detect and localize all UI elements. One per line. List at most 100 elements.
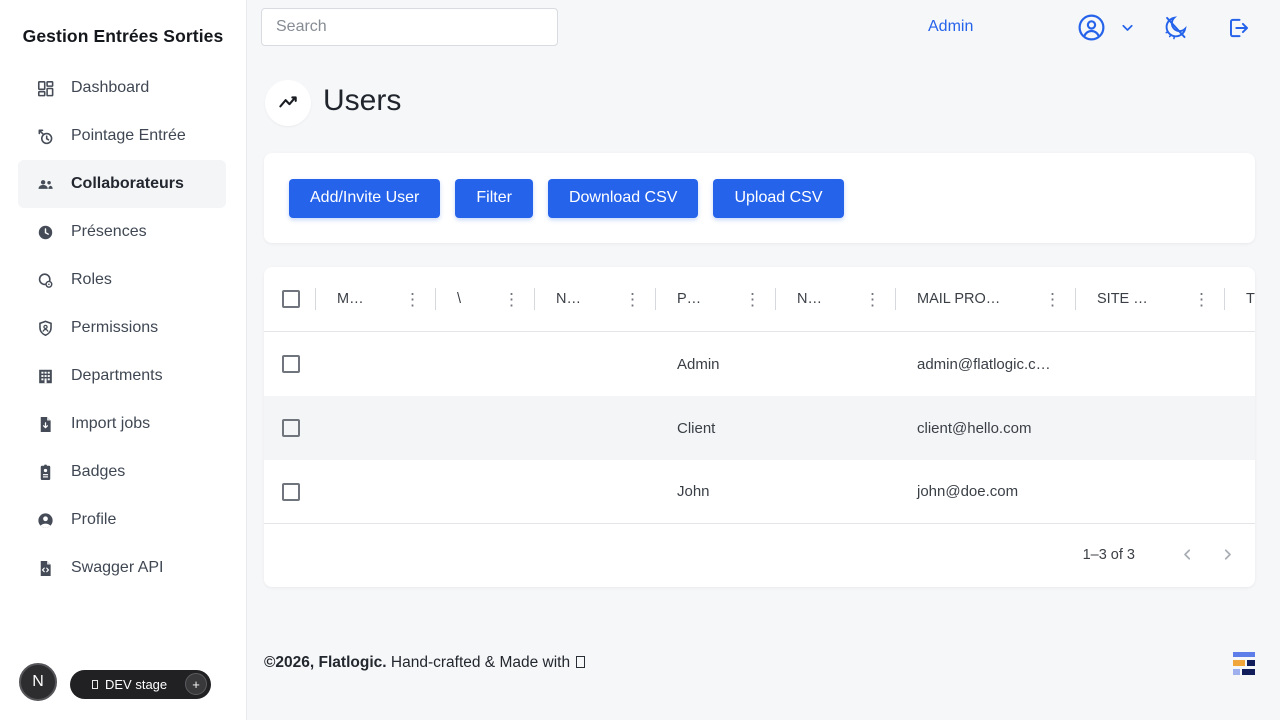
chevron-down-icon	[1119, 19, 1136, 36]
sidebar-item-dashboard[interactable]: Dashboard	[18, 64, 226, 112]
group-icon	[36, 175, 55, 194]
sidebar-item-departments[interactable]: Departments	[18, 352, 226, 400]
column-menu-icon[interactable]: ⋮	[618, 291, 641, 308]
filter-button[interactable]: Filter	[455, 179, 533, 218]
dashboard-icon	[36, 79, 55, 98]
sidebar-item-import-jobs[interactable]: Import jobs	[18, 400, 226, 448]
sidebar-item-collaborateurs[interactable]: Collaborateurs	[18, 160, 226, 208]
column-header-label: SITE …	[1097, 291, 1148, 307]
sidebar-item-label: Pointage Entrée	[71, 127, 186, 145]
account-circle-icon	[1076, 12, 1107, 43]
pagination-range: 1–3 of 3	[1083, 547, 1135, 563]
sidebar-item-badges[interactable]: Badges	[18, 448, 226, 496]
account-menu-button[interactable]	[1076, 12, 1107, 43]
roles-icon	[36, 271, 55, 290]
row-checkbox[interactable]	[282, 419, 300, 437]
sidebar-item-label: Présences	[71, 223, 147, 241]
trending-line-icon	[277, 92, 300, 115]
api-file-icon	[36, 559, 55, 578]
sidebar-item-permissions[interactable]: Permissions	[18, 304, 226, 352]
dev-stage-label: DEV stage	[105, 677, 167, 692]
dev-stage-pill[interactable]: DEV stage +	[70, 670, 211, 699]
add-invite-user-button[interactable]: Add/Invite User	[289, 179, 440, 218]
prev-page-button[interactable]	[1173, 541, 1201, 569]
logout-icon	[1226, 15, 1252, 41]
clock-icon	[36, 223, 55, 242]
import-file-icon	[36, 415, 55, 434]
dev-avatar[interactable]: N	[19, 663, 57, 701]
sidebar-nav: Dashboard Pointage Entrée Collaborateurs…	[0, 64, 246, 592]
users-table: M…⋮ \⋮ N…⋮ P…⋮ N…⋮ MAIL PRO…⋮ SITE …⋮ T⋮…	[264, 267, 1255, 587]
theme-toggle-button[interactable]	[1162, 14, 1189, 41]
column-menu-icon[interactable]: ⋮	[858, 291, 881, 308]
building-icon	[36, 367, 55, 386]
logout-button[interactable]	[1226, 15, 1252, 41]
sidebar-item-profile[interactable]: Profile	[18, 496, 226, 544]
sidebar-item-roles[interactable]: Roles	[18, 256, 226, 304]
sidebar-item-label: Profile	[71, 511, 116, 529]
row-checkbox[interactable]	[282, 355, 300, 373]
sidebar-item-pointage-entree[interactable]: Pointage Entrée	[18, 112, 226, 160]
cell-name: Client	[655, 396, 775, 460]
sidebar-item-label: Import jobs	[71, 415, 150, 433]
missing-glyph-box	[576, 656, 585, 668]
column-header-label: \	[457, 291, 461, 307]
table-row[interactable]: Client client@hello.com	[264, 396, 1255, 460]
column-header-label: T	[1246, 291, 1255, 307]
next-page-button[interactable]	[1213, 541, 1241, 569]
table-row[interactable]: Admin admin@flatlogic.c…	[264, 332, 1255, 396]
sidebar-item-label: Roles	[71, 271, 112, 289]
chevron-left-icon	[1179, 546, 1196, 563]
page-icon	[265, 80, 311, 126]
footer: ©2026, Flatlogic. Hand-crafted & Made wi…	[264, 654, 585, 672]
actions-card: Add/Invite User Filter Download CSV Uplo…	[264, 153, 1255, 243]
column-menu-icon[interactable]: ⋮	[738, 291, 761, 308]
permissions-badge-icon	[36, 319, 55, 338]
table-row[interactable]: John john@doe.com	[264, 460, 1255, 524]
sidebar-item-presences[interactable]: Présences	[18, 208, 226, 256]
cell-name: John	[655, 460, 775, 523]
column-menu-icon[interactable]: ⋮	[497, 291, 520, 308]
cell-name: Admin	[655, 332, 775, 396]
column-menu-icon[interactable]: ⋮	[1038, 291, 1061, 308]
table-header-row: M…⋮ \⋮ N…⋮ P…⋮ N…⋮ MAIL PRO…⋮ SITE …⋮ T⋮	[264, 267, 1255, 332]
footer-brand: Flatlogic.	[319, 654, 387, 671]
column-menu-icon[interactable]: ⋮	[398, 291, 421, 308]
account-menu-caret[interactable]	[1119, 20, 1136, 35]
sidebar-item-label: Dashboard	[71, 79, 149, 97]
app-title: Gestion Entrées Sorties	[0, 26, 246, 47]
dev-stage-plus-button[interactable]: +	[185, 673, 207, 695]
sidebar: Gestion Entrées Sorties Dashboard Pointa…	[0, 0, 247, 720]
row-checkbox[interactable]	[282, 483, 300, 501]
profile-icon	[36, 511, 55, 530]
sidebar-item-swagger-api[interactable]: Swagger API	[18, 544, 226, 592]
current-user-label: Admin	[928, 18, 973, 36]
id-badge-icon	[36, 463, 55, 482]
pagination: 1–3 of 3	[264, 524, 1255, 585]
chevron-right-icon	[1219, 546, 1236, 563]
column-menu-icon[interactable]: ⋮	[1187, 291, 1210, 308]
footer-copyright: ©2026,	[264, 654, 314, 671]
search-input[interactable]	[261, 8, 558, 46]
dev-avatar-letter: N	[32, 673, 44, 691]
footer-tagline: Hand-crafted & Made with	[391, 654, 570, 671]
column-header-label: N…	[556, 291, 581, 307]
column-header-label: MAIL PRO…	[917, 291, 1000, 307]
cell-mail: admin@flatlogic.c…	[895, 332, 1075, 396]
flatlogic-logo	[1233, 652, 1255, 675]
time-entry-icon	[36, 127, 55, 146]
column-header-label: P…	[677, 291, 701, 307]
select-all-checkbox[interactable]	[282, 290, 300, 308]
missing-glyph-box	[92, 680, 98, 689]
sidebar-item-label: Badges	[71, 463, 125, 481]
cell-mail: client@hello.com	[895, 396, 1075, 460]
sidebar-item-label: Swagger API	[71, 559, 164, 577]
sidebar-item-label: Collaborateurs	[71, 175, 184, 193]
column-header-label: N…	[797, 291, 822, 307]
upload-csv-button[interactable]: Upload CSV	[713, 179, 843, 218]
column-header-label: M…	[337, 291, 364, 307]
sidebar-item-label: Permissions	[71, 319, 158, 337]
sidebar-item-label: Departments	[71, 367, 163, 385]
download-csv-button[interactable]: Download CSV	[548, 179, 699, 218]
plus-icon: +	[192, 677, 200, 692]
